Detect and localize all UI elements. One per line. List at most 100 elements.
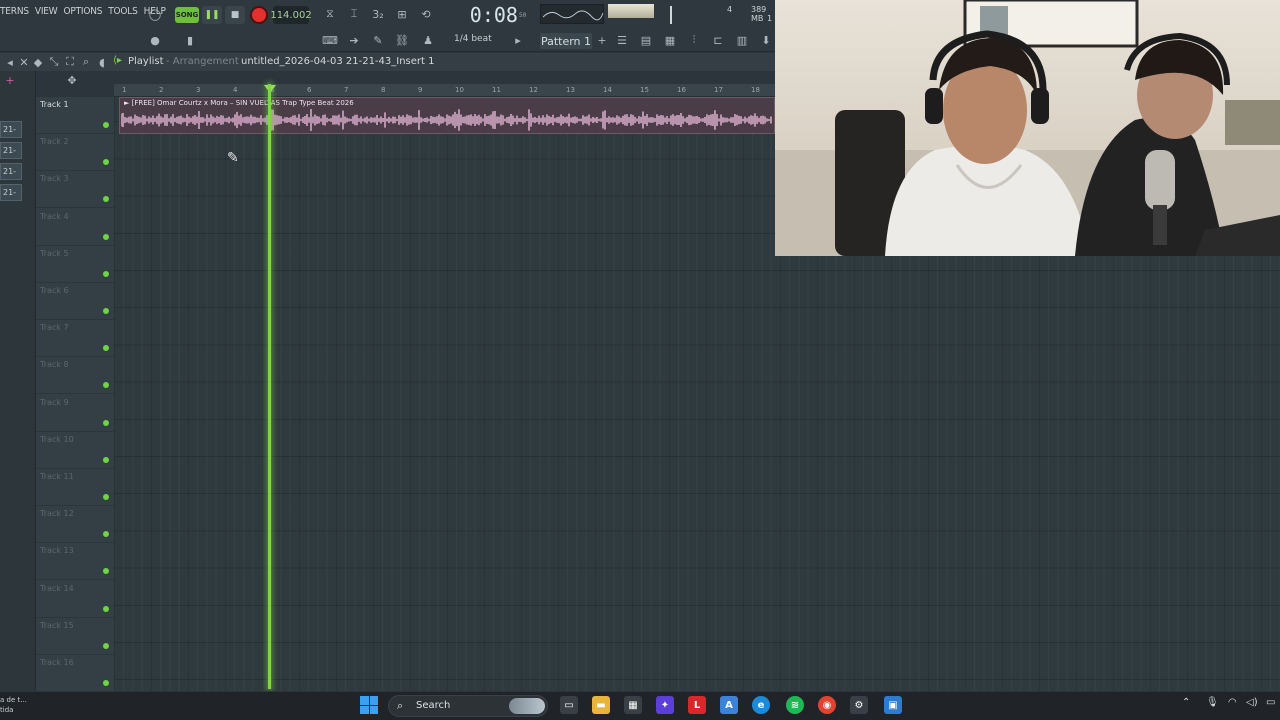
master-volume-meter[interactable] — [608, 4, 654, 18]
wifi-icon[interactable]: ◠ — [1228, 697, 1237, 708]
file-explorer-icon[interactable]: ▬ — [592, 696, 610, 714]
clip-source-1[interactable]: 21- — [0, 121, 22, 138]
step-edit-icon[interactable]: ⊞ — [392, 5, 412, 23]
song-mode-toggle[interactable]: SONG — [175, 7, 199, 23]
master-pitch-knob-icon[interactable]: ● — [145, 31, 165, 49]
stamp-icon[interactable]: ♟ — [418, 31, 438, 49]
track-mute-led[interactable] — [103, 568, 109, 575]
link-icon[interactable]: ⛓ — [392, 31, 412, 49]
track-header[interactable]: Track 10 — [36, 432, 114, 469]
menu-options[interactable]: OPTIONS — [63, 6, 102, 17]
track-header[interactable]: Track 4 — [36, 209, 114, 246]
recording-mode-icon[interactable]: ◯ — [145, 5, 165, 23]
track-mute-led[interactable] — [103, 196, 109, 203]
windows-start-icon[interactable] — [360, 696, 378, 714]
track-mute-led[interactable] — [103, 531, 109, 538]
app-a-icon[interactable]: A — [720, 696, 738, 714]
track-header[interactable]: Track 12 — [36, 506, 114, 544]
menu-patterns[interactable]: TERNS — [0, 6, 29, 17]
track-header[interactable]: Track 1 — [36, 97, 114, 134]
track-header[interactable]: Track 5 — [36, 246, 114, 283]
mixer-icon[interactable]: ⫶ — [684, 31, 704, 49]
add-clip-icon[interactable]: + — [0, 71, 20, 89]
track-header[interactable]: Track 11 — [36, 469, 114, 506]
draw-tool-icon[interactable]: ✎ — [368, 31, 388, 49]
timeline-ruler[interactable]: 1 2 3 4 5 6 7 8 9 10 11 12 13 14 15 16 17 18 — [114, 84, 775, 97]
tray-mic-icon[interactable]: 🎙︎ — [1206, 697, 1219, 708]
pause-button[interactable]: ❚❚ — [202, 6, 222, 24]
track-header[interactable]: Track 9 — [36, 395, 114, 432]
taskbar-notification[interactable]: a de t... tida — [0, 695, 27, 715]
fan-icon[interactable]: ✥ — [62, 71, 82, 89]
task-view-icon[interactable]: ▭ — [560, 696, 578, 714]
calculator-icon[interactable]: ▦ — [624, 696, 642, 714]
track-mute-led[interactable] — [103, 382, 109, 389]
track-header[interactable]: Track 14 — [36, 581, 114, 618]
pattern-selector[interactable]: Pattern 1 — [540, 33, 592, 49]
mouse-cursor-icon: ✎ — [227, 150, 239, 166]
clip-source-2[interactable]: 21- — [0, 142, 22, 159]
menu-tools[interactable]: TOOLS — [108, 6, 138, 17]
stop-button[interactable]: ■ — [225, 6, 245, 24]
tempo-display[interactable]: 114.002 — [270, 6, 312, 24]
add-pattern-icon[interactable]: + — [592, 31, 612, 49]
piano-roll-icon[interactable]: ▤ — [636, 31, 656, 49]
playlist-icon[interactable]: ☰ — [612, 31, 632, 49]
tray-chevron-icon[interactable]: ⌃ — [1182, 697, 1190, 708]
playlist-play-icon[interactable]: ⟨▸ — [113, 55, 125, 67]
track-mute-led[interactable] — [103, 345, 109, 352]
speaker-icon[interactable]: ◖ — [92, 53, 112, 71]
edge-icon[interactable]: e — [752, 696, 770, 714]
track-mute-led[interactable] — [103, 233, 109, 240]
audio-clip[interactable]: ► [FREE] Omar Courtz x Mora – SIN VUELTA… — [119, 97, 775, 134]
master-volume-slider-icon[interactable]: ▮ — [180, 31, 200, 49]
loop-record-icon[interactable]: ⟲ — [416, 5, 436, 23]
chrome-icon[interactable]: ◉ — [818, 696, 836, 714]
track-mute-led[interactable] — [103, 680, 109, 686]
playhead[interactable] — [268, 84, 271, 689]
track-mute-led[interactable] — [103, 605, 109, 612]
browser-icon[interactable]: ⊏ — [708, 31, 728, 49]
record-button[interactable] — [249, 5, 269, 25]
track-header[interactable]: Track 8 — [36, 357, 114, 395]
track-header[interactable]: Track 6 — [36, 283, 114, 320]
app-l-icon[interactable]: L — [688, 696, 706, 714]
track-header[interactable]: Track 15 — [36, 618, 114, 655]
clip-source-4[interactable]: 21- — [0, 184, 22, 201]
app-multicolor-icon[interactable]: ✦ — [656, 696, 674, 714]
track-mute-led[interactable] — [103, 456, 109, 463]
track-mute-led[interactable] — [103, 308, 109, 314]
metronome-icon[interactable]: ⧖ — [320, 5, 340, 23]
typing-keyboard-icon[interactable]: ⌨ — [320, 31, 340, 49]
track-header[interactable]: Track 3 — [36, 171, 114, 209]
spotify-icon[interactable]: ≋ — [786, 696, 804, 714]
menu-view[interactable]: VIEW — [35, 6, 58, 17]
track-mute-led[interactable] — [103, 494, 109, 500]
track-label: Track 1 — [40, 100, 69, 109]
clip-source-3[interactable]: 21- — [0, 163, 22, 180]
volume-icon[interactable]: ◁) — [1246, 697, 1258, 708]
track-mute-led[interactable] — [103, 159, 109, 166]
track-mute-led[interactable] — [103, 122, 109, 128]
track-mute-led[interactable] — [103, 642, 109, 649]
ruler-bar-number: 17 — [714, 86, 723, 94]
countdown-icon[interactable]: 3₂ — [368, 5, 388, 23]
fl-studio-taskbar-icon[interactable]: ▣ — [884, 696, 902, 714]
battery-icon[interactable]: ▭ — [1266, 697, 1275, 708]
time-fraction: 50 — [518, 11, 527, 19]
track-header[interactable]: Track 2 — [36, 134, 114, 172]
track-mute-led[interactable] — [103, 270, 109, 277]
track-mute-led[interactable] — [103, 419, 109, 426]
wait-input-icon[interactable]: ⌶ — [344, 5, 364, 23]
settings-gear-icon[interactable]: ⚙ — [850, 696, 868, 714]
microphone-icon[interactable]: ⬇ — [756, 31, 776, 49]
taskbar-search[interactable]: ⌕ Search — [388, 695, 548, 717]
pattern-arrow-icon[interactable]: ▸ — [508, 31, 528, 49]
track-header[interactable]: Track 13 — [36, 543, 114, 581]
track-header[interactable]: Track 16 — [36, 655, 114, 692]
arrow-right-icon[interactable]: ➔ — [344, 31, 364, 49]
snap-selector[interactable]: 1/4 beat — [454, 34, 500, 48]
track-header[interactable]: Track 7 — [36, 320, 114, 358]
plugin-picker-icon[interactable]: ▥ — [732, 31, 752, 49]
channel-rack-icon[interactable]: ▦ — [660, 31, 680, 49]
